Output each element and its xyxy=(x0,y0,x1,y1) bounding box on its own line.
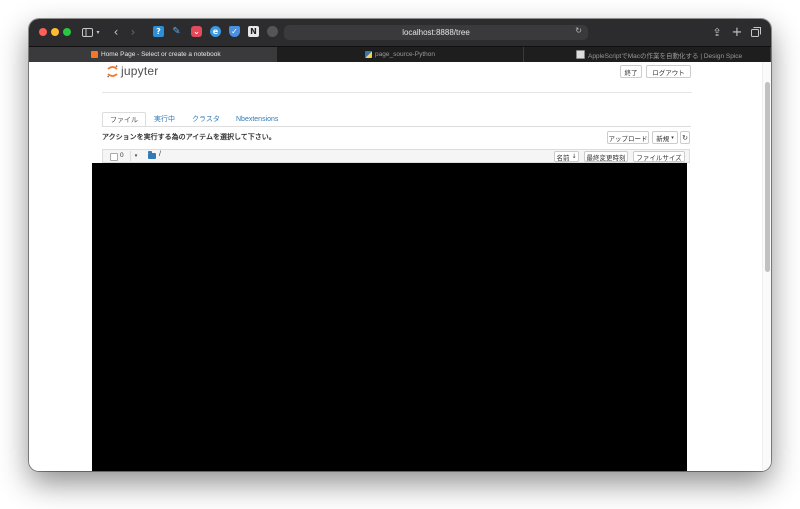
reload-icon[interactable]: ↻ xyxy=(575,26,582,35)
upload-button[interactable]: アップロード xyxy=(607,131,649,144)
share-icon[interactable]: ⇪ xyxy=(712,25,722,39)
sort-by-size-button[interactable]: ファイルサイズ xyxy=(633,151,685,162)
browser-tab-label: AppleScriptでMacの作業を自動化する | Design Spice xyxy=(588,52,743,60)
address-bar[interactable]: localhost:8888/tree ↻ xyxy=(284,25,588,40)
zoom-window-button[interactable] xyxy=(63,28,71,36)
tab-nbextensions[interactable]: Nbextensions xyxy=(236,112,278,126)
notion-extension-icon[interactable]: N xyxy=(248,26,259,37)
browser-window: ▾ ‹ › ? ✎ ⌄ e ✓ N localhost:8888/tree ↻ … xyxy=(29,19,771,471)
new-dropdown-button[interactable]: 新規 ▾ xyxy=(652,131,678,144)
broom-extension-icon[interactable]: ✎ xyxy=(171,26,182,37)
selection-menu-chevron-icon[interactable]: ▾ xyxy=(130,151,141,161)
refresh-icon: ↻ xyxy=(682,134,688,142)
logout-button[interactable]: ログアウト xyxy=(646,65,691,78)
minimize-window-button[interactable] xyxy=(51,28,59,36)
dark-mode-extension-icon[interactable] xyxy=(267,26,278,37)
browser-tab-page-source[interactable]: page_source-Python xyxy=(277,47,524,62)
file-listing-redacted xyxy=(92,163,687,471)
sidebar-toggle-icon[interactable] xyxy=(81,25,93,39)
sort-arrow-icon: ↓ xyxy=(571,153,577,160)
edge-extension-icon[interactable]: e xyxy=(210,26,221,37)
browser-tab-design-spice[interactable]: AppleScriptでMacの作業を自動化する | Design Spice xyxy=(524,47,771,62)
action-instructions: アクションを実行する為のアイテムを選択して下さい。 xyxy=(102,134,276,141)
tab-running[interactable]: 実行中 xyxy=(154,112,175,126)
python-favicon-icon xyxy=(365,51,372,58)
design-spice-favicon-icon xyxy=(576,50,585,59)
help-extension-icon[interactable]: ? xyxy=(153,26,164,37)
header-divider xyxy=(102,92,692,93)
jupyter-logo-icon xyxy=(107,64,118,78)
back-icon[interactable]: ‹ xyxy=(112,25,120,39)
quit-button[interactable]: 終了 xyxy=(620,65,642,78)
browser-tab-label: page_source-Python xyxy=(375,51,435,58)
shield-extension-icon[interactable]: ✓ xyxy=(229,26,240,37)
sort-by-name-button[interactable]: 名前 ↓ xyxy=(554,151,579,162)
tabs-divider xyxy=(102,126,691,127)
jupyter-tree-page: jupyter 終了 ログアウト ファイル 実行中 クラスタ Nbextensi… xyxy=(29,62,771,471)
jupyter-logo[interactable]: jupyter xyxy=(107,64,158,78)
sidebar-menu-chevron-icon[interactable]: ▾ xyxy=(95,25,101,39)
selected-count: 0 xyxy=(120,152,124,159)
url-text: localhost:8888/tree xyxy=(402,28,470,37)
browser-tab-label: Home Page - Select or create a notebook xyxy=(101,51,221,58)
scrollbar-thumb[interactable] xyxy=(765,82,770,272)
new-button-label: 新規 xyxy=(656,135,670,143)
jupyter-logo-text: jupyter xyxy=(121,64,159,78)
page-scrollbar[interactable] xyxy=(762,62,771,471)
select-all-checkbox[interactable] xyxy=(110,153,118,161)
browser-toolbar: ▾ ‹ › ? ✎ ⌄ e ✓ N localhost:8888/tree ↻ … xyxy=(29,19,771,46)
browser-tab-bar: Home Page - Select or create a notebook … xyxy=(29,46,771,62)
file-list-header: 0 ▾ / 名前 ↓ 最終変更時刻 ファイルサイズ xyxy=(102,149,690,163)
sort-by-modified-button[interactable]: 最終変更時刻 xyxy=(584,151,628,162)
close-window-button[interactable] xyxy=(39,28,47,36)
jupyter-favicon-icon xyxy=(91,51,98,58)
new-tab-icon[interactable]: + xyxy=(732,25,743,40)
browser-tab-home[interactable]: Home Page - Select or create a notebook xyxy=(29,47,277,62)
name-column-label: 名前 xyxy=(556,154,570,162)
forward-icon[interactable]: › xyxy=(129,25,137,39)
tab-overview-icon[interactable] xyxy=(751,25,761,39)
breadcrumb[interactable]: / xyxy=(159,151,161,158)
tab-files[interactable]: ファイル xyxy=(102,112,146,127)
folder-icon[interactable] xyxy=(148,151,156,159)
chevron-down-icon: ▾ xyxy=(671,134,674,141)
tab-clusters[interactable]: クラスタ xyxy=(192,112,220,126)
pocket-extension-icon[interactable]: ⌄ xyxy=(191,26,202,37)
refresh-button[interactable]: ↻ xyxy=(680,131,690,144)
